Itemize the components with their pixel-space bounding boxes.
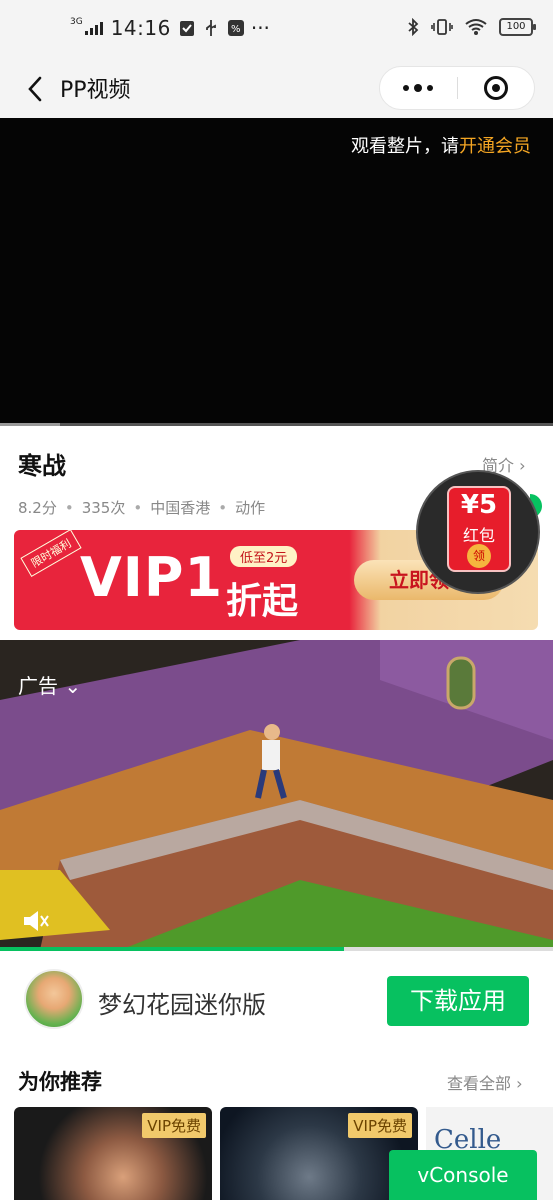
more-menu-icon[interactable]: [380, 84, 457, 92]
vip-headline: VIP1: [80, 546, 224, 609]
video-region: 中国香港: [150, 499, 211, 517]
app-notice-icon: %: [227, 19, 244, 37]
navigation-bar: PP视频: [0, 60, 553, 118]
player-progress-bar[interactable]: [0, 423, 553, 426]
close-miniprogram-icon[interactable]: [458, 76, 535, 100]
vip-free-badge: VIP免费: [142, 1113, 206, 1138]
video-rating: 8.2分: [18, 499, 57, 517]
app-name: 梦幻花园迷你版: [98, 991, 266, 1019]
ad-label[interactable]: 广告 ⌄: [18, 670, 81, 699]
ad-image[interactable]: 广告 ⌄: [0, 640, 553, 950]
more-status-icon: ···: [250, 16, 270, 40]
status-right: 100: [407, 18, 536, 36]
video-genre: 动作: [235, 499, 266, 517]
ad-app-row: 梦幻花园迷你版 下载应用: [0, 951, 553, 1047]
mute-icon[interactable]: [20, 906, 50, 936]
view-all-link[interactable]: 查看全部 ›: [447, 1070, 523, 1094]
app-avatar: [24, 969, 84, 1029]
video-meta: 8.2分 • 335次 • 中国香港 • 动作: [18, 497, 265, 518]
video-player[interactable]: 观看整片，请开通会员: [0, 118, 553, 426]
recommend-title: 为你推荐: [18, 1070, 102, 1094]
video-title: 寒战: [18, 452, 66, 480]
meta-separator: •: [133, 498, 143, 517]
red-packet-icon[interactable]: ¥5 红包 领: [447, 486, 511, 572]
vip-prompt: 观看整片，请开通会员: [351, 132, 531, 158]
video-plays: 335次: [81, 499, 126, 517]
chevron-right-icon: ›: [516, 1074, 523, 1093]
recommend-card[interactable]: VIP免费: [14, 1107, 212, 1200]
bluetooth-icon: [407, 18, 419, 36]
chevron-right-icon: ›: [519, 456, 526, 475]
packet-amount: ¥5: [460, 490, 498, 520]
packet-label: 红包: [462, 526, 495, 545]
limited-offer-tag: 限时福利: [20, 530, 82, 578]
status-bar: 3G 14:16 % ··· 100: [0, 0, 553, 60]
usb-icon: [203, 19, 219, 37]
clock: 14:16: [110, 16, 171, 40]
download-app-button[interactable]: 下载应用: [387, 976, 529, 1026]
miniprogram-capsule: [379, 66, 535, 110]
meta-separator: •: [218, 498, 228, 517]
vip-price-note: 低至2元: [230, 546, 298, 567]
status-left: 3G 14:16 % ···: [70, 16, 270, 40]
page-title: PP视频: [60, 78, 131, 103]
meta-separator: •: [64, 498, 74, 517]
ad-label-text: 广告: [18, 674, 58, 698]
vip-prompt-text: 观看整片，请: [351, 136, 459, 157]
vip-discount: 折起: [226, 581, 299, 622]
view-all-label: 查看全部: [447, 1074, 512, 1093]
open-vip-link[interactable]: 开通会员: [459, 136, 531, 157]
packet-claim-badge: 领: [467, 544, 491, 568]
chevron-down-icon: ⌄: [58, 674, 82, 698]
vconsole-button[interactable]: vConsole: [389, 1150, 537, 1200]
signal-icon: [84, 21, 103, 35]
network-type: 3G: [70, 17, 83, 27]
wifi-icon: [465, 18, 487, 36]
vip-free-badge: VIP免费: [348, 1113, 412, 1138]
notification-icon: [179, 19, 195, 37]
game-scene-illustration: [0, 640, 553, 950]
battery-icon: 100: [499, 18, 536, 36]
vibrate-icon: [431, 18, 453, 36]
svg-text:%: %: [231, 24, 241, 35]
back-icon[interactable]: [22, 74, 52, 104]
